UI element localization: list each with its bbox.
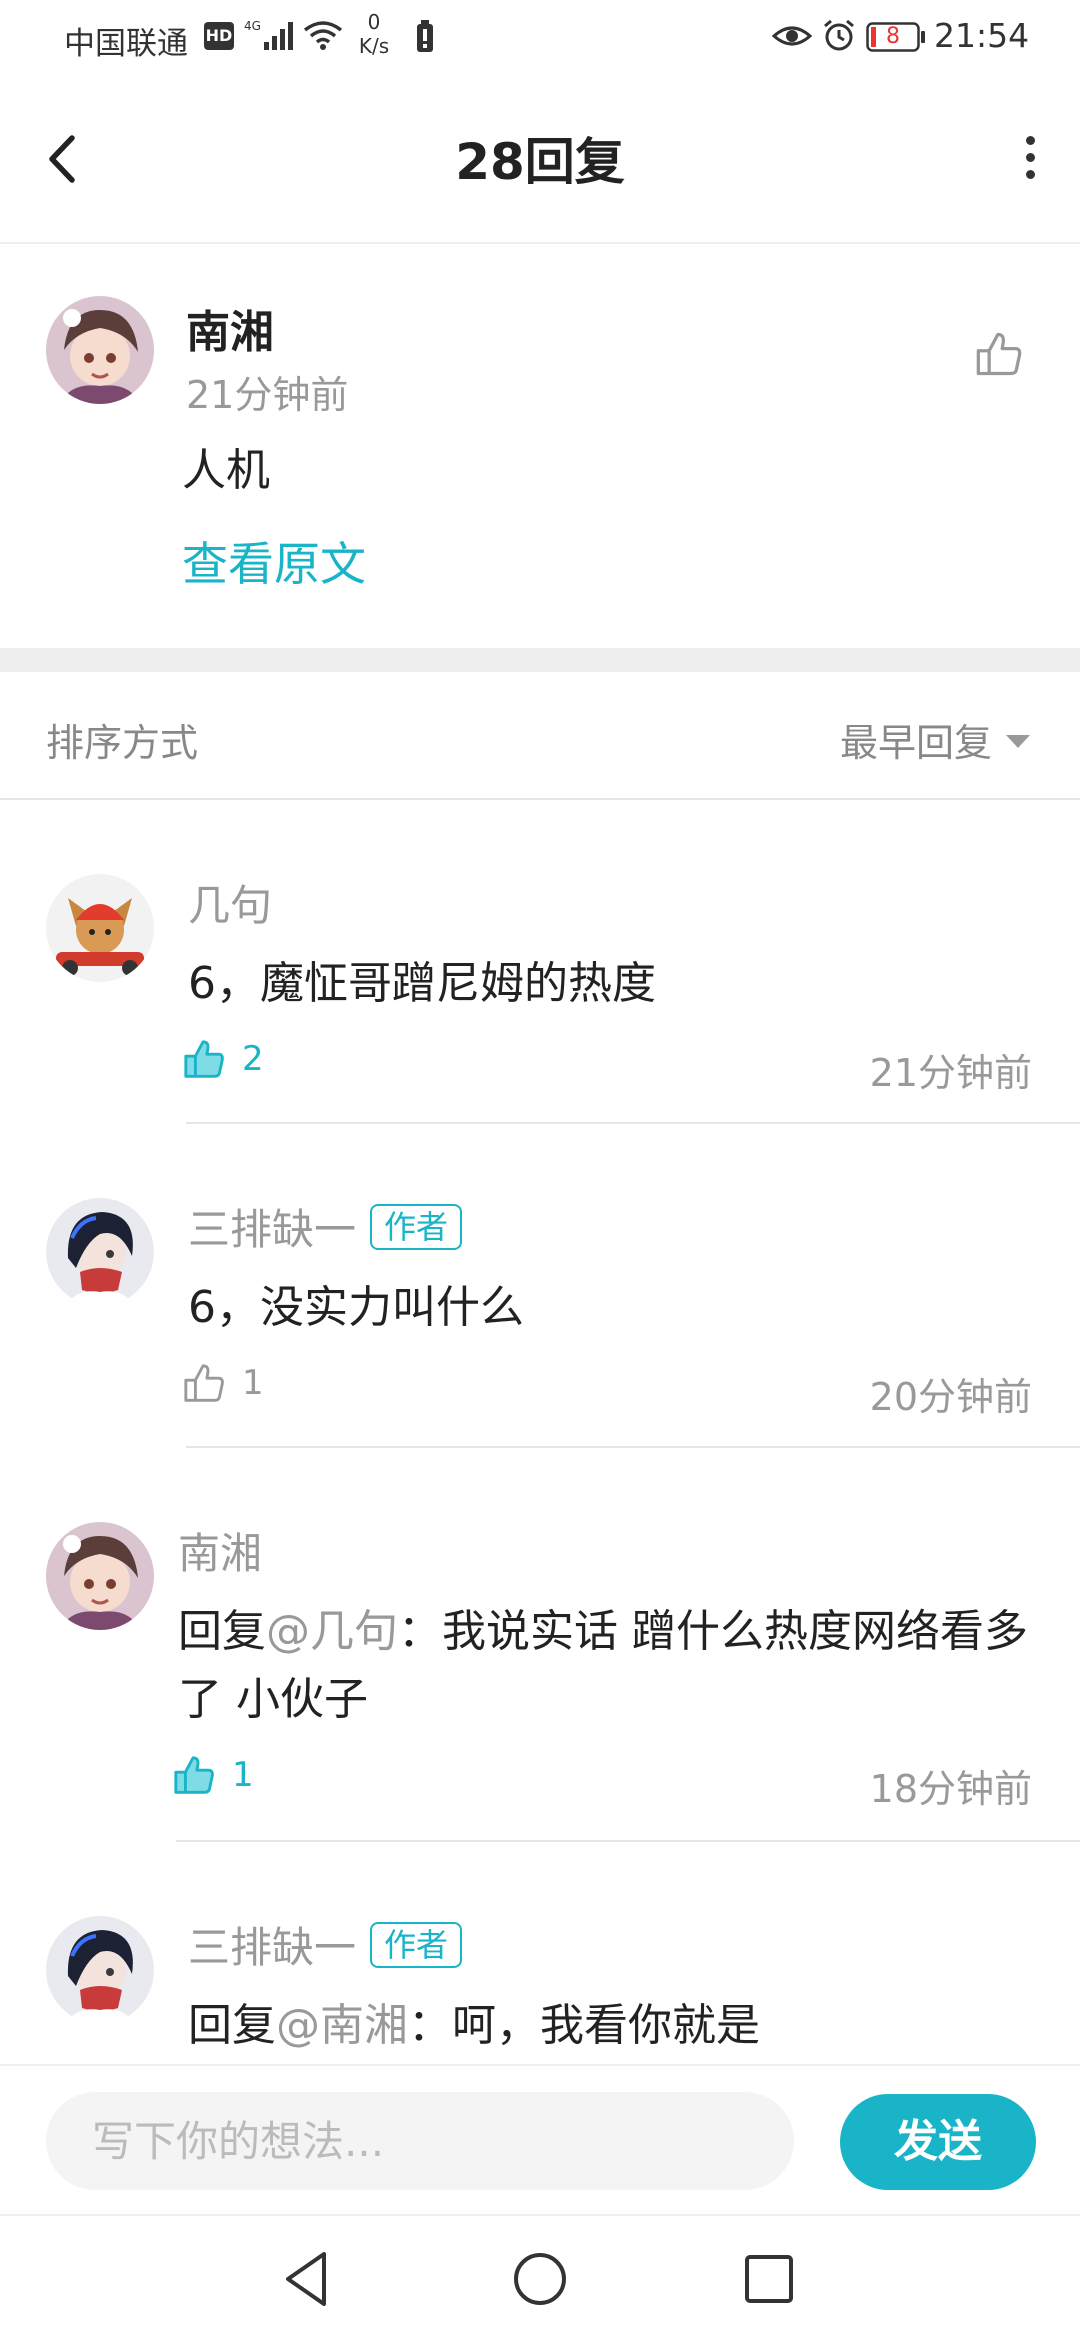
circle-home-icon xyxy=(514,2253,566,2305)
svg-text:4G: 4G xyxy=(244,19,261,33)
comment-time: 20分钟前 xyxy=(869,1375,1032,1419)
avatar[interactable] xyxy=(46,874,154,982)
app-header: 28回复 xyxy=(0,78,1080,244)
more-options-button[interactable] xyxy=(1010,128,1050,188)
thumbs-up-icon xyxy=(976,332,1022,376)
more-dot xyxy=(1025,153,1035,162)
comment-author-label: 三排缺一 xyxy=(188,1923,357,1972)
comment-text: ：呵，我看你就是 xyxy=(408,2000,760,2051)
comment-text: 6，魔怔哥蹭尼姆的热度 xyxy=(188,958,656,1009)
comment-author-label: 几句 xyxy=(188,881,273,930)
comment-content: 6，魔怔哥蹭尼姆的热度 xyxy=(188,950,1048,1018)
comment-author-name[interactable]: 三排缺一 作者 xyxy=(188,1914,463,1975)
comment-time: 18分钟前 xyxy=(869,1767,1032,1811)
reply-prefix: 回复 xyxy=(178,1606,266,1657)
thumbs-up-icon xyxy=(174,1756,214,1794)
comment-item: 几句 6，魔怔哥蹭尼姆的热度 2 21分钟前 xyxy=(0,802,1080,1124)
author-badge: 作者 xyxy=(370,1203,463,1250)
reply-prefix: 回复 xyxy=(188,2000,276,2051)
like-count: 1 xyxy=(242,1363,264,1403)
nav-back-button[interactable] xyxy=(274,2246,340,2312)
anime-girl-avatar-icon xyxy=(46,1522,154,1630)
divider xyxy=(186,1446,1080,1448)
thumbs-up-icon xyxy=(184,1364,224,1402)
nav-home-button[interactable] xyxy=(507,2246,573,2312)
status-bar: 中国联通 HD 4G 0 K/s 8 21:54 xyxy=(0,0,1080,78)
like-count: 2 xyxy=(242,1039,264,1079)
dark-hair-boy-avatar-icon xyxy=(46,1198,154,1306)
comment-item: 三排缺一 作者 6，没实力叫什么 1 20分钟前 xyxy=(0,1126,1080,1448)
view-original-link[interactable]: 查看原文 xyxy=(182,528,366,594)
dark-hair-boy-avatar-icon xyxy=(46,1916,154,2024)
mention-link[interactable]: @几句 xyxy=(266,1606,398,1657)
triangle-back-icon xyxy=(286,2252,326,2306)
comment-author-label: 南湘 xyxy=(178,1529,263,1578)
like-button[interactable]: 2 xyxy=(182,1036,264,1082)
avatar[interactable] xyxy=(46,1522,154,1630)
network-speed-value: 0 xyxy=(367,10,381,34)
like-button[interactable]: 1 xyxy=(172,1752,254,1798)
avatar[interactable] xyxy=(46,296,154,404)
anime-girl-avatar-icon xyxy=(46,296,154,404)
like-button[interactable]: 1 xyxy=(182,1360,264,1406)
post-time: 21分钟前 xyxy=(186,373,349,417)
comment-time: 21分钟前 xyxy=(869,1051,1032,1095)
sort-dropdown[interactable]: 最早回复 xyxy=(840,712,1030,767)
thumbs-up-icon xyxy=(184,1040,224,1078)
divider xyxy=(176,1840,1080,1842)
avatar[interactable] xyxy=(46,1916,154,2024)
comment-author-name[interactable]: 南湘 xyxy=(178,1520,262,1581)
carrier-label: 中国联通 xyxy=(64,26,188,62)
more-dot xyxy=(1025,170,1035,179)
original-post: 南湘 21分钟前 人机 查看原文 xyxy=(0,246,1080,648)
page-title: 28回复 xyxy=(455,133,625,191)
reply-input[interactable] xyxy=(46,2092,794,2190)
sort-label: 排序方式 xyxy=(46,721,199,765)
wifi-icon xyxy=(303,21,343,50)
avatar[interactable] xyxy=(46,1198,154,1306)
post-author-name[interactable]: 南湘 xyxy=(186,296,274,360)
comment-author-name[interactable]: 几句 xyxy=(188,872,272,933)
post-content: 人机 xyxy=(182,445,270,496)
divider xyxy=(186,1122,1080,1124)
like-count: 1 xyxy=(232,1755,254,1795)
comment-content: 回复@南湘：呵，我看你就是 xyxy=(188,1992,1048,2060)
reply-input-bar: 发送 xyxy=(0,2064,1080,2214)
square-recents-icon xyxy=(745,2255,793,2303)
hd-badge: HD xyxy=(204,22,234,50)
alarm-icon xyxy=(824,19,854,51)
comment-author-label: 三排缺一 xyxy=(188,1205,357,1254)
comment-content: 6，没实力叫什么 xyxy=(188,1274,1048,1342)
eye-comfort-icon xyxy=(772,26,812,46)
comment-content: 回复@几句：我说实话 蹭什么热度网络看多了 小伙子 xyxy=(178,1598,1028,1734)
author-badge: 作者 xyxy=(370,1921,463,1968)
clock: 21:54 xyxy=(934,16,1030,55)
reply-page: 中国联通 HD 4G 0 K/s 8 21:54 28回复 南湘 21分钟前 人… xyxy=(0,0,1080,2340)
caret-down-icon xyxy=(1006,735,1030,748)
cellular-signal-icon: 4G xyxy=(244,19,293,50)
section-divider xyxy=(0,648,1080,672)
comment-item: 三排缺一 作者 回复@南湘：呵，我看你就是 xyxy=(0,1844,1080,2064)
mention-link[interactable]: @南湘 xyxy=(276,2000,408,2051)
network-speed: 0 K/s xyxy=(352,10,396,58)
sort-bar: 排序方式 最早回复 xyxy=(0,672,1080,800)
nav-recents-button[interactable] xyxy=(736,2246,802,2312)
fox-racer-avatar-icon xyxy=(46,874,154,982)
comment-text: 6，没实力叫什么 xyxy=(188,1282,524,1333)
sort-selected-value: 最早回复 xyxy=(839,721,992,765)
comment-author-name[interactable]: 三排缺一 作者 xyxy=(188,1196,463,1257)
like-button[interactable] xyxy=(974,328,1026,380)
system-nav-bar xyxy=(0,2214,1080,2340)
more-dot xyxy=(1025,136,1035,145)
network-speed-unit: K/s xyxy=(358,34,390,58)
send-button[interactable]: 发送 xyxy=(840,2094,1036,2190)
battery-level: 8 xyxy=(886,24,900,49)
comment-item: 南湘 回复@几句：我说实话 蹭什么热度网络看多了 小伙子 1 18分钟前 xyxy=(0,1450,1080,1842)
battery-saver-icon xyxy=(417,20,433,52)
